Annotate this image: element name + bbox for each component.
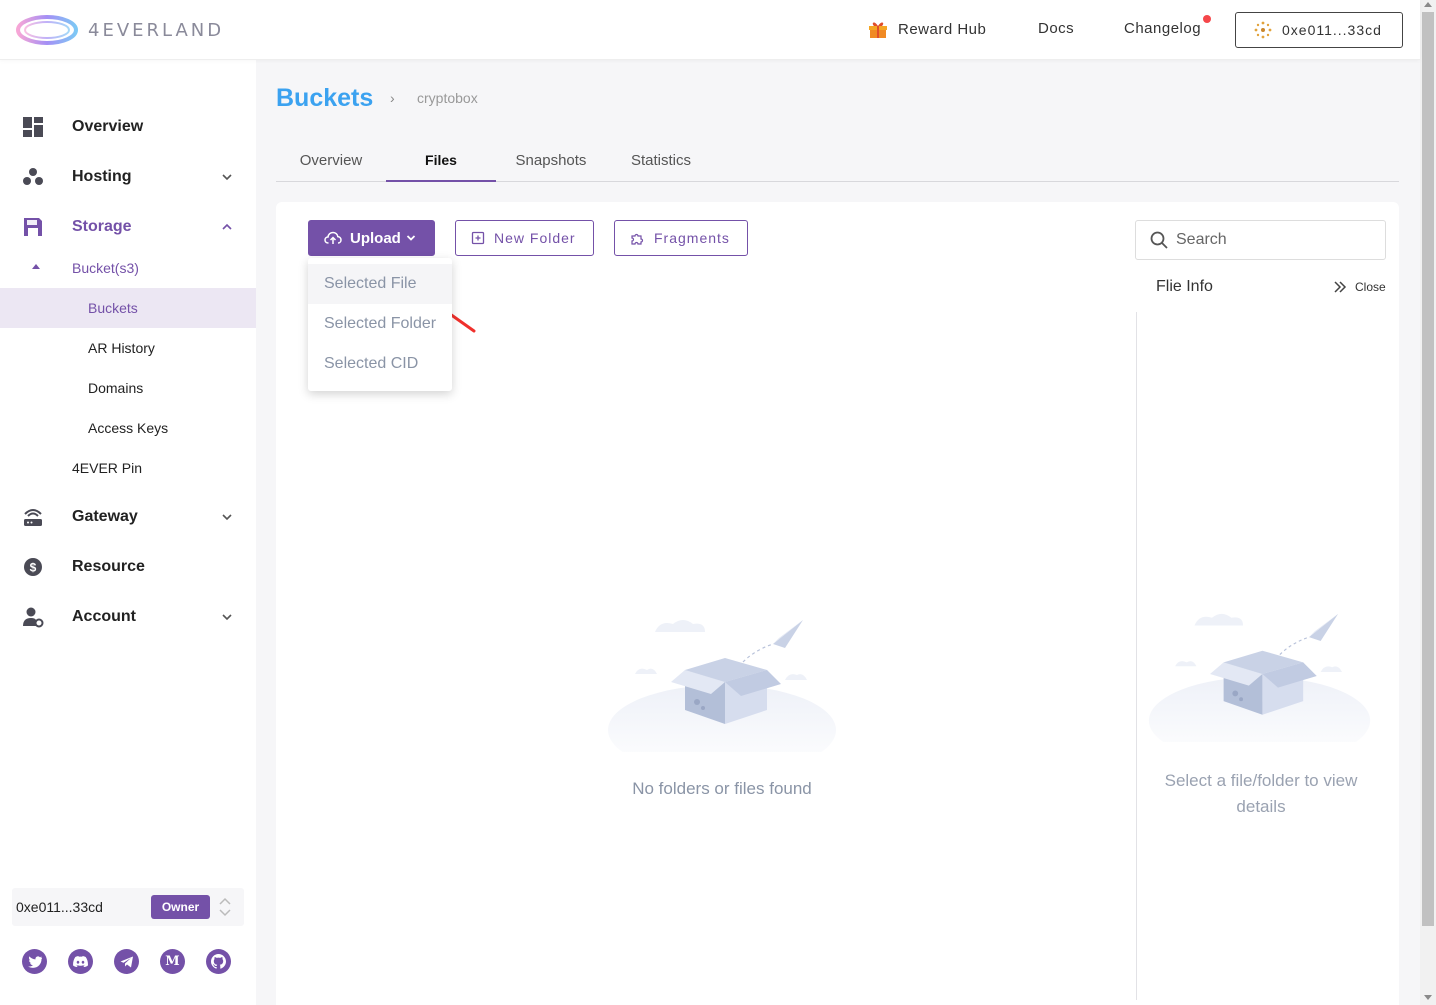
sidebar-label: Storage [72,218,132,235]
menu-item-selected-folder[interactable]: Selected Folder [308,304,452,344]
sidebar-item-access-keys[interactable]: Access Keys [0,408,256,448]
new-folder-button[interactable]: New Folder [455,220,594,256]
scrollbar-thumb[interactable] [1422,12,1434,926]
caret-up-icon [32,264,40,269]
sidebar-label: Resource [72,558,145,575]
sidebar-item-storage[interactable]: Storage [0,207,256,247]
logo[interactable]: 4EVERLAND [16,13,224,47]
dashboard-icon [23,117,43,137]
sidebar-item-buckets[interactable]: Buckets [0,288,256,328]
upload-button[interactable]: Upload [308,220,435,256]
sidebar-item-overview[interactable]: Overview [0,107,256,147]
telegram-icon[interactable] [114,949,139,974]
sidebar-item-bucket-s3[interactable]: Bucket(s3) [0,248,256,288]
close-label: Close [1355,280,1386,294]
fragments-label: Fragments [654,230,730,246]
chevron-down-icon [222,514,232,521]
chevron-down-icon [222,174,232,181]
account-switcher[interactable]: 0xe011...33cd Owner [12,888,244,926]
logo-text: 4EVERLAND [88,19,225,41]
sidebar-label: Account [72,608,136,625]
empty-files-message: No folders or files found [632,779,812,798]
cloud-upload-icon [324,231,342,244]
discord-icon[interactable] [68,949,93,974]
close-file-info-button[interactable]: Close [1333,280,1386,294]
sidebar-item-label: 4EVER Pin [72,460,143,476]
upload-dropdown-menu: Selected File Selected Folder Selected C… [308,258,452,391]
page-title: Buckets [276,84,374,112]
docs-link[interactable]: Docs [1038,20,1074,37]
sidebar-item-label: Domains [88,380,144,396]
sidebar-item-gateway[interactable]: Gateway [0,497,256,537]
sidebar-item-label: Access Keys [88,420,169,436]
fragments-button[interactable]: Fragments [614,220,748,256]
scroll-up-arrow-icon[interactable] [1424,2,1432,7]
search-box[interactable] [1135,220,1386,260]
sidebar-label: Gateway [72,508,138,525]
reward-hub-link[interactable]: Reward Hub [868,20,986,38]
search-input[interactable] [1176,231,1366,249]
sidebar-item-account[interactable]: Account [0,597,256,637]
social-links: M [22,949,231,974]
empty-box-illustration [1148,613,1371,742]
role-badge: Owner [151,895,210,919]
menu-item-selected-file[interactable]: Selected File [308,264,452,304]
tab-bar: Overview Files Snapshots Statistics [276,140,1399,182]
wallet-avatar-icon [1254,21,1272,39]
sidebar-item-resource[interactable]: $ Resource [0,547,256,587]
medium-icon[interactable]: M [160,949,185,974]
page-scrollbar[interactable] [1420,0,1436,1005]
file-info-empty-message: Select a file/folder to view details [1164,771,1358,816]
menu-item-selected-cid[interactable]: Selected CID [308,344,452,384]
new-folder-label: New Folder [494,230,576,246]
tab-snapshots[interactable]: Snapshots [496,140,606,181]
tab-overview[interactable]: Overview [276,140,386,181]
sidebar-item-label: AR History [88,340,155,356]
wallet-address: 0xe011...33cd [1282,22,1382,38]
logo-icon [16,15,78,45]
tab-files[interactable]: Files [386,140,496,182]
notification-dot [1203,15,1211,23]
tab-statistics[interactable]: Statistics [606,140,716,181]
twitter-icon[interactable] [22,949,47,974]
sidebar-item-label: Buckets [88,300,138,316]
sidebar: Overview Hosting Storage Bucket(s3) Buck… [0,60,256,1005]
upload-label: Upload [350,229,401,247]
sidebar-item-4ever-pin[interactable]: 4EVER Pin [0,448,256,488]
svg-text:$: $ [30,561,37,575]
panel-divider [1136,312,1137,1000]
switch-arrows-icon[interactable] [219,896,231,918]
sidebar-label: Overview [72,118,144,135]
chevron-down-icon [406,235,415,241]
chevron-up-icon [222,223,232,230]
gateway-icon [24,509,42,526]
double-chevron-right-icon [1334,281,1347,293]
account-icon [23,607,44,628]
gift-icon [869,22,887,38]
dollar-icon: $ [24,558,42,576]
breadcrumb[interactable]: cryptobox [417,90,478,106]
sidebar-item-hosting[interactable]: Hosting [0,157,256,197]
file-info-title: Flie Info [1156,278,1213,295]
hosting-icon [23,168,43,185]
github-icon[interactable] [206,949,231,974]
wallet-button[interactable]: 0xe011...33cd [1235,12,1403,48]
chevron-down-icon [222,614,232,621]
top-header: 4EVERLAND Reward Hub Docs Changelog 0xe0… [0,0,1420,60]
changelog-link[interactable]: Changelog [1124,20,1201,37]
account-address: 0xe011...33cd [16,899,103,915]
new-folder-icon [471,231,485,245]
sidebar-item-domains[interactable]: Domains [0,368,256,408]
search-icon [1150,231,1168,249]
reward-hub-label: Reward Hub [898,20,987,38]
sidebar-item-ar-history[interactable]: AR History [0,328,256,368]
puzzle-icon [631,233,644,245]
storage-icon [24,218,42,236]
breadcrumb-separator-icon: › [390,90,395,106]
sidebar-item-label: Bucket(s3) [72,260,139,276]
sidebar-label: Hosting [72,168,132,185]
empty-box-illustration [608,620,836,752]
scroll-down-arrow-icon[interactable] [1424,995,1432,1000]
